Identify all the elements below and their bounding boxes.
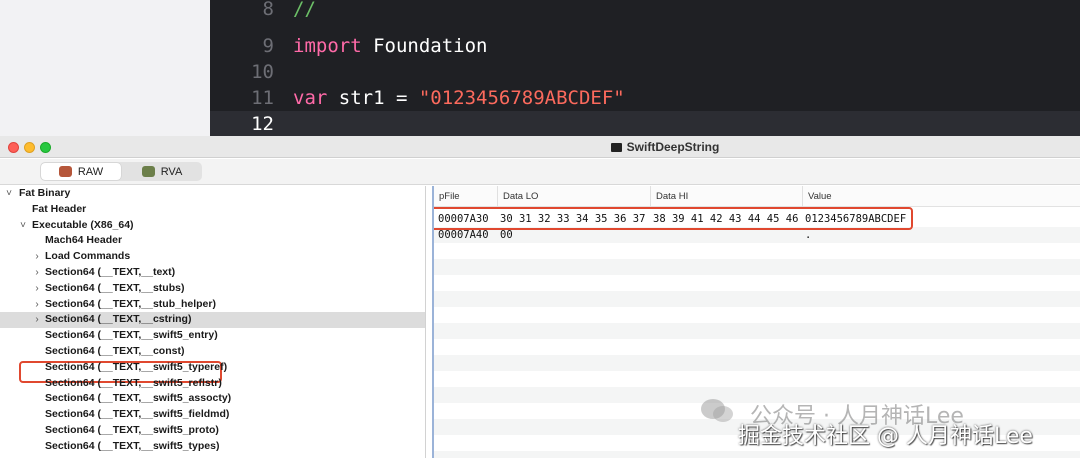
tree-item-label: Mach64 Header xyxy=(45,234,123,247)
tree-item-label: Section64 (__TEXT,__stub_helper) xyxy=(45,297,216,310)
code-line[interactable]: 10 xyxy=(210,59,1080,85)
tree-item[interactable]: Section64 (__TEXT,__swift5_entry) xyxy=(0,328,425,344)
tree-item[interactable]: Section64 (__TEXT,__swift5_typeref) xyxy=(0,360,425,376)
code-text: var str1 = "0123456789ABCDEF" xyxy=(293,87,625,109)
code-line[interactable]: 9 import Foundation xyxy=(210,33,1080,59)
tree-item[interactable]: Section64 (__TEXT,__swift5_reflstr) xyxy=(0,376,425,392)
table-row[interactable] xyxy=(434,259,1080,275)
table-row[interactable] xyxy=(434,243,1080,259)
title-bar: SwiftDeepString xyxy=(0,136,1080,158)
watermark-line-2: 掘金技术社区 @ 人月神话Lee xyxy=(738,424,1033,449)
line-number: 10 xyxy=(251,61,274,83)
table-row[interactable] xyxy=(434,355,1080,371)
column-header[interactable]: Data HI xyxy=(650,186,802,207)
disclosure-open-icon[interactable]: ˅ xyxy=(18,218,28,234)
top-left-background xyxy=(0,0,210,136)
raw-icon xyxy=(58,166,72,177)
tree-item-label: Fat Binary xyxy=(19,187,71,199)
tree-item[interactable]: Section64 (__TEXT,__swift5_proto) xyxy=(0,423,425,439)
disclosure-closed-icon[interactable]: › xyxy=(32,249,42,265)
tree-item-label: Fat Header xyxy=(32,202,87,215)
tree-item-label: Load Commands xyxy=(45,250,131,263)
tree-item-label: Section64 (__TEXT,__swift5_fieldmd) xyxy=(45,408,230,421)
column-header[interactable]: Data LO xyxy=(497,186,650,207)
disclosure-closed-icon[interactable]: › xyxy=(32,281,42,297)
disclosure-open-icon[interactable]: ˅ xyxy=(4,186,14,202)
tree-item-label: Section64 (__TEXT,__swift5_entry) xyxy=(45,329,218,342)
table-row[interactable] xyxy=(434,275,1080,291)
tree-item[interactable]: › Section64 (__TEXT,__stubs) xyxy=(0,281,425,297)
tree-item[interactable]: › Section64 (__TEXT,__stub_helper) xyxy=(0,297,425,313)
tree-item[interactable]: ˅ Fat Binary xyxy=(0,186,425,202)
tree-item[interactable]: Section64 (__TEXT,__swift5_types) xyxy=(0,439,425,455)
toolbar: RAW RVA xyxy=(0,159,1080,185)
tree-item-label: Section64 (__TEXT,__const) xyxy=(45,344,185,357)
keyword-token: var xyxy=(293,87,328,109)
tree-item[interactable]: Section64 (__TEXT,__swift5_assocty) xyxy=(0,391,425,407)
code-line[interactable]: 12 xyxy=(210,111,1080,136)
tree-item-label: Section64 (__TEXT,__swift5_assocty) xyxy=(45,392,232,405)
table-row[interactable] xyxy=(434,291,1080,307)
disclosure-closed-icon[interactable]: › xyxy=(32,265,42,281)
code-token: Foundation xyxy=(361,35,488,57)
disclosure-closed-icon[interactable]: › xyxy=(32,297,42,313)
keyword-token: import xyxy=(293,35,362,57)
tree-item[interactable]: Mach64 Header xyxy=(0,233,425,249)
table-row[interactable] xyxy=(434,323,1080,339)
line-number: 12 xyxy=(251,113,274,135)
table-row[interactable] xyxy=(434,307,1080,323)
tree-item-label: Executable (X86_64) xyxy=(32,218,134,231)
tree-item[interactable]: Fat Header xyxy=(0,202,425,218)
structure-outline[interactable]: ˅ Fat Binary Fat Header ˅ Executable (X86_64… xyxy=(0,186,426,458)
window-title-text: SwiftDeepString xyxy=(626,140,720,154)
string-token: "0123456789ABCDEF" xyxy=(418,87,625,109)
column-header[interactable]: Value xyxy=(802,186,1080,207)
annotation-box-row xyxy=(434,207,913,230)
table-row[interactable] xyxy=(434,371,1080,387)
rva-icon xyxy=(141,166,155,177)
table-row[interactable] xyxy=(434,339,1080,355)
tree-item[interactable]: › Section64 (__TEXT,__text) xyxy=(0,265,425,281)
line-number: 9 xyxy=(262,35,274,57)
raw-mode-label: RAW xyxy=(77,165,104,178)
table-header: pFile Data LO Data HI Value xyxy=(434,186,1080,207)
tree-item-label: Section64 (__TEXT,__stubs) xyxy=(45,281,185,294)
tree-item[interactable]: Section64 (__TEXT,__swift5_fieldmd) xyxy=(0,407,425,423)
rva-mode-button[interactable]: RVA xyxy=(122,162,202,181)
code-line[interactable]: 11 var str1 = "0123456789ABCDEF" xyxy=(210,85,1080,111)
tree-item-label: Section64 (__TEXT,__swift5_types) xyxy=(45,439,220,452)
tree-item-label: Section64 (__TEXT,__swift5_proto) xyxy=(45,423,219,436)
tree-item[interactable]: › Load Commands xyxy=(0,249,425,265)
raw-mode-button[interactable]: RAW xyxy=(41,163,121,180)
tree-item-label: Section64 (__TEXT,__cstring) xyxy=(45,313,192,326)
table-row[interactable] xyxy=(434,451,1080,458)
tree-item[interactable]: ˅ Executable (X86_64) xyxy=(0,218,425,234)
line-number: 11 xyxy=(251,87,274,109)
tree-item-label: Section64 (__TEXT,__swift5_typeref) xyxy=(45,360,228,373)
line-number: 8 xyxy=(262,0,274,20)
view-mode-segmented-control: RAW RVA xyxy=(40,162,202,181)
code-line[interactable]: 8 // xyxy=(210,0,1080,22)
tree-item[interactable]: › Section64 (__TEXT,__cstring) xyxy=(0,312,425,329)
rva-mode-label: RVA xyxy=(160,165,183,178)
tree-item-label: Section64 (__TEXT,__swift5_reflstr) xyxy=(45,376,222,389)
wechat-icon xyxy=(701,399,733,422)
code-text: import Foundation xyxy=(293,35,487,57)
column-header[interactable]: pFile xyxy=(434,186,497,207)
comment-token: // xyxy=(293,0,316,20)
tree-item[interactable]: Section64 (__TEXT,__const) xyxy=(0,344,425,360)
tree-item-label: Section64 (__TEXT,__text) xyxy=(45,265,176,278)
code-text: // xyxy=(293,0,316,20)
code-token: str1 = xyxy=(327,87,419,109)
document-icon xyxy=(610,143,622,152)
disclosure-closed-icon[interactable]: › xyxy=(32,312,42,328)
code-editor[interactable]: 8 // 9 import Foundation 10 11 var str1 = "012… xyxy=(210,0,1080,136)
window-title: SwiftDeepString xyxy=(0,136,1080,158)
